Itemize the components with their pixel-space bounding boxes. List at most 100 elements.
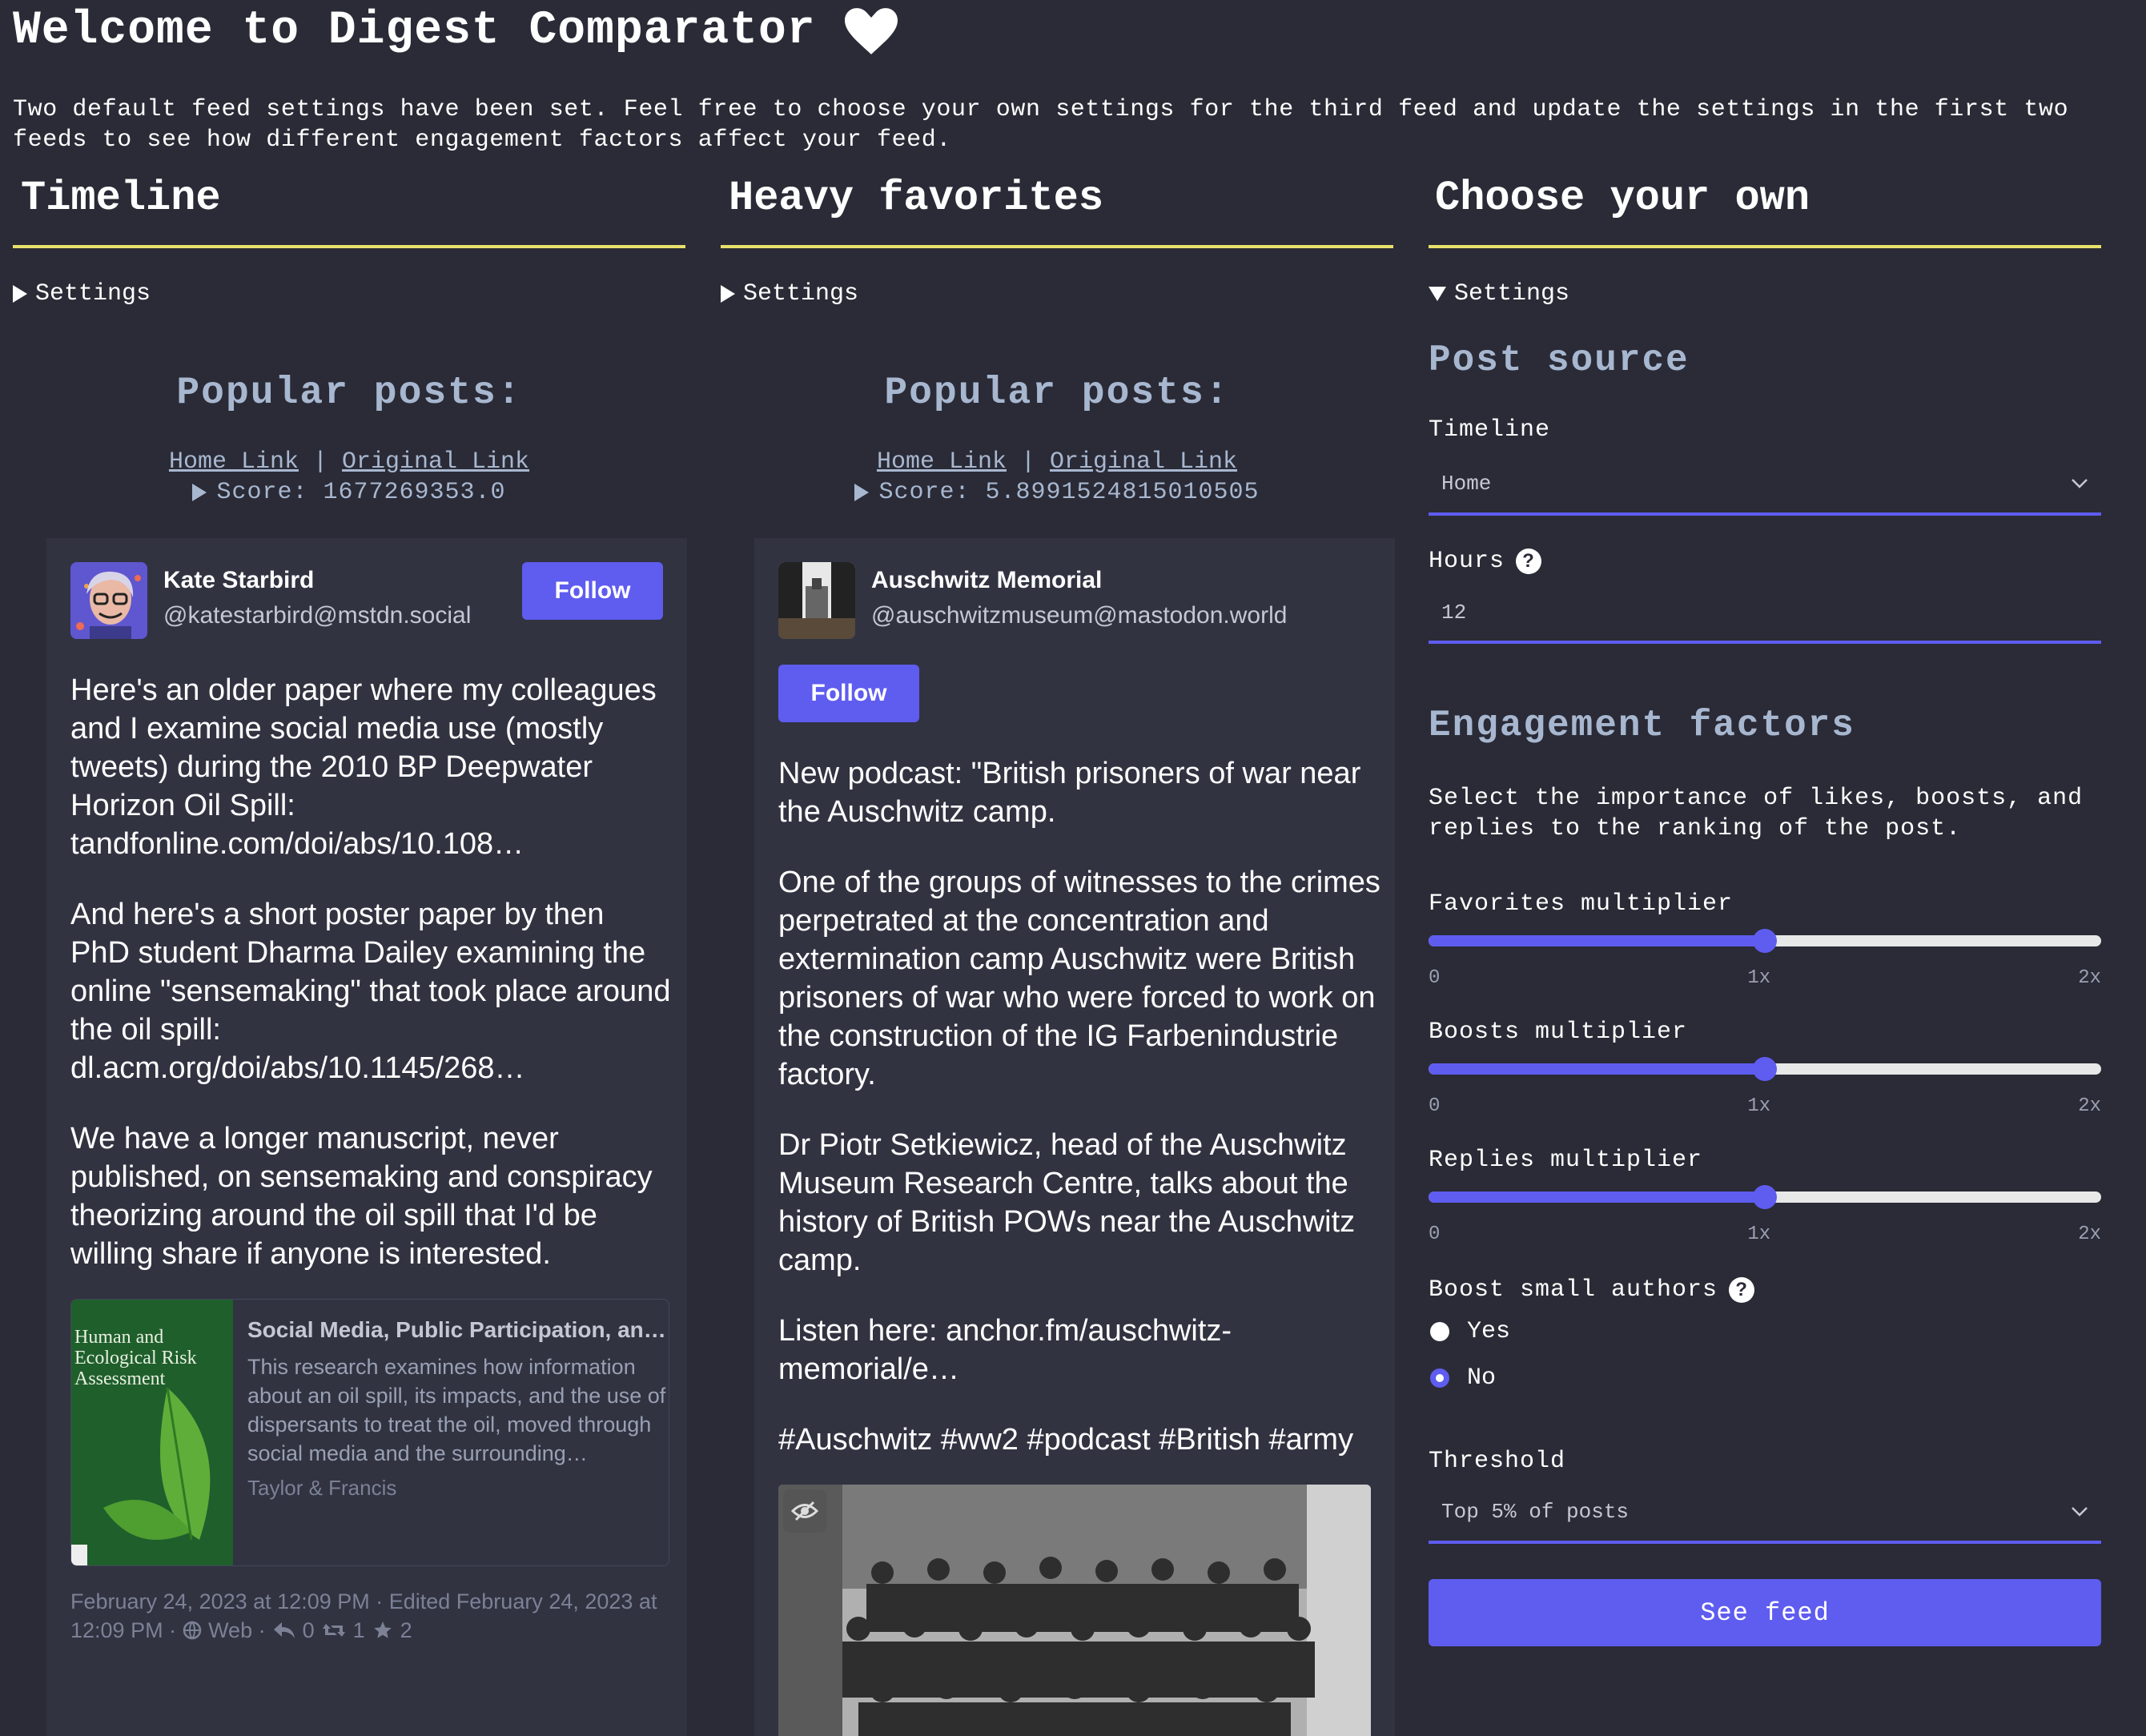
favorite-count: 2	[400, 1618, 412, 1642]
score-value: Score: 1677269353.0	[216, 479, 506, 506]
original-link[interactable]: Original Link	[1050, 448, 1237, 476]
post-content: Here's an older paper where my colleague…	[70, 671, 671, 1305]
link-separator: |	[1020, 448, 1035, 476]
preview-title: Social Media, Public Participation, an…	[247, 1317, 666, 1342]
post-timestamp[interactable]: February 24, 2023 at 12:09 PM · Edited F…	[70, 1587, 679, 1616]
preview-text: Social Media, Public Participation, an… …	[233, 1300, 669, 1565]
help-icon[interactable]: ?	[1729, 1277, 1755, 1303]
preview-source: Taylor & Francis	[247, 1476, 397, 1500]
help-icon[interactable]: ?	[1516, 549, 1542, 574]
chevron-down-icon	[2072, 1507, 2088, 1517]
slider-thumb[interactable]	[1753, 1057, 1777, 1081]
radio-label: No	[1467, 1364, 1497, 1392]
author-name[interactable]: Kate Starbird	[163, 567, 314, 594]
radio-label: Yes	[1467, 1318, 1511, 1345]
hide-media-button[interactable]	[783, 1489, 826, 1533]
timeline-select[interactable]: Home	[1429, 455, 2101, 516]
preview-cover-title: Human and Ecological Risk Assessment	[74, 1327, 197, 1389]
post-links: Home Link | Original Link	[13, 448, 685, 476]
globe-icon	[183, 1621, 202, 1640]
post-paragraph: Here's an older paper where my colleague…	[70, 673, 657, 861]
tick-min: 0	[1429, 967, 1441, 989]
radio-button[interactable]	[1430, 1322, 1449, 1341]
score-toggle[interactable]: Score: 5.8991524815010505	[721, 479, 1393, 506]
column-divider	[1429, 245, 2101, 248]
avatar[interactable]	[70, 562, 147, 639]
author-name[interactable]: Auschwitz Memorial	[871, 567, 1102, 594]
heart-icon	[844, 7, 898, 54]
post-paragraph: One of the groups of witnesses to the cr…	[778, 866, 1380, 1091]
caret-down-icon	[1429, 287, 1446, 301]
settings-toggle[interactable]: Settings	[13, 280, 151, 307]
threshold-label: Threshold	[1429, 1448, 1566, 1475]
reply-icon[interactable]	[272, 1621, 296, 1640]
follow-button[interactable]: Follow	[778, 665, 919, 722]
post-paragraph: And here's a short poster paper by then …	[70, 898, 671, 1085]
home-link[interactable]: Home Link	[169, 448, 299, 476]
intro-text: Two default feed settings have been set.…	[13, 96, 2069, 154]
original-link[interactable]: Original Link	[342, 448, 529, 476]
popular-posts-heading: Popular posts:	[884, 372, 1230, 415]
home-link[interactable]: Home Link	[877, 448, 1007, 476]
hours-input[interactable]: 12	[1429, 585, 2101, 644]
caret-right-icon	[192, 484, 207, 501]
avatar[interactable]	[778, 562, 855, 639]
slider-thumb[interactable]	[1753, 929, 1777, 953]
score-value: Score: 5.8991524815010505	[878, 479, 1260, 506]
tick-min: 0	[1429, 1095, 1441, 1117]
tick-max: 2x	[2078, 967, 2101, 989]
column-title-heavy-favorites: Heavy favorites	[729, 175, 1104, 222]
post-meta-line2: 12:09 PM · Web · 0 1 2	[70, 1616, 679, 1645]
boosts-multiplier-slider[interactable]	[1429, 1057, 2101, 1081]
boost-icon[interactable]	[321, 1621, 347, 1640]
timeline-select-value: Home	[1441, 472, 1492, 496]
post-client: Web ·	[208, 1618, 266, 1642]
chevron-down-icon	[2072, 479, 2088, 488]
avatar-image	[778, 562, 855, 639]
engagement-factors-heading: Engagement factors	[1429, 705, 1855, 746]
slider-ticks: 0 1x 2x	[1429, 1095, 2101, 1117]
slider-ticks: 0 1x 2x	[1429, 967, 2101, 989]
post-time: 12:09 PM ·	[70, 1618, 177, 1642]
radio-option-no[interactable]: No	[1430, 1364, 1496, 1392]
post-links: Home Link | Original Link	[721, 448, 1393, 476]
radio-option-yes[interactable]: Yes	[1430, 1318, 1510, 1345]
author-handle[interactable]: @katestarbird@mstdn.social	[163, 602, 471, 629]
follow-button[interactable]: Follow	[522, 562, 663, 620]
preview-description: This research examines how information a…	[247, 1355, 666, 1465]
post-image[interactable]	[778, 1485, 1371, 1736]
column-divider	[721, 245, 1393, 248]
slider-label: Favorites multiplier	[1429, 890, 1734, 918]
see-feed-button[interactable]: See feed	[1429, 1579, 2101, 1646]
settings-toggle[interactable]: Settings	[721, 280, 858, 307]
boost-small-authors-label: Boost small authors	[1429, 1276, 1718, 1304]
link-separator: |	[312, 448, 328, 476]
hours-input-value: 12	[1441, 601, 1467, 625]
post-paragraph: #Auschwitz #ww2 #podcast #British #army	[778, 1423, 1354, 1457]
caret-right-icon	[721, 285, 735, 303]
boosts-multiplier-group: Boosts multiplier 0 1x 2x	[1429, 1019, 2101, 1117]
star-icon[interactable]	[372, 1620, 394, 1641]
soldiers-photo	[778, 1485, 1371, 1736]
score-toggle[interactable]: Score: 1677269353.0	[13, 479, 685, 506]
post-paragraph: Listen here: anchor.fm/auschwitz-memoria…	[778, 1314, 1232, 1386]
slider-label: Replies multiplier	[1429, 1147, 1703, 1174]
slider-thumb[interactable]	[1753, 1185, 1777, 1209]
post-meta: February 24, 2023 at 12:09 PM · Edited F…	[70, 1587, 679, 1645]
replies-multiplier-group: Replies multiplier 0 1x 2x	[1429, 1147, 2101, 1245]
boost-count: 1	[352, 1618, 365, 1642]
link-preview-card[interactable]: Human and Ecological Risk Assessment Soc…	[70, 1299, 669, 1566]
radio-button[interactable]	[1430, 1368, 1449, 1388]
timeline-label: Timeline	[1429, 416, 1551, 444]
author-handle[interactable]: @auschwitzmuseum@mastodon.world	[871, 602, 1287, 629]
threshold-select[interactable]: Top 5% of posts	[1429, 1483, 2101, 1544]
post-card: Auschwitz Memorial @auschwitzmuseum@mast…	[754, 538, 1395, 1736]
settings-toggle[interactable]: Settings	[1429, 280, 1569, 307]
caret-right-icon	[13, 285, 27, 303]
favorites-multiplier-slider[interactable]	[1429, 929, 2101, 953]
replies-multiplier-slider[interactable]	[1429, 1185, 2101, 1209]
post-source-heading: Post source	[1429, 340, 1690, 381]
post-paragraph: New podcast: "British prisoners of war n…	[778, 757, 1361, 829]
column-title-choose-your-own: Choose your own	[1435, 175, 1810, 222]
engagement-description: Select the importance of likes, boosts, …	[1429, 785, 2084, 842]
